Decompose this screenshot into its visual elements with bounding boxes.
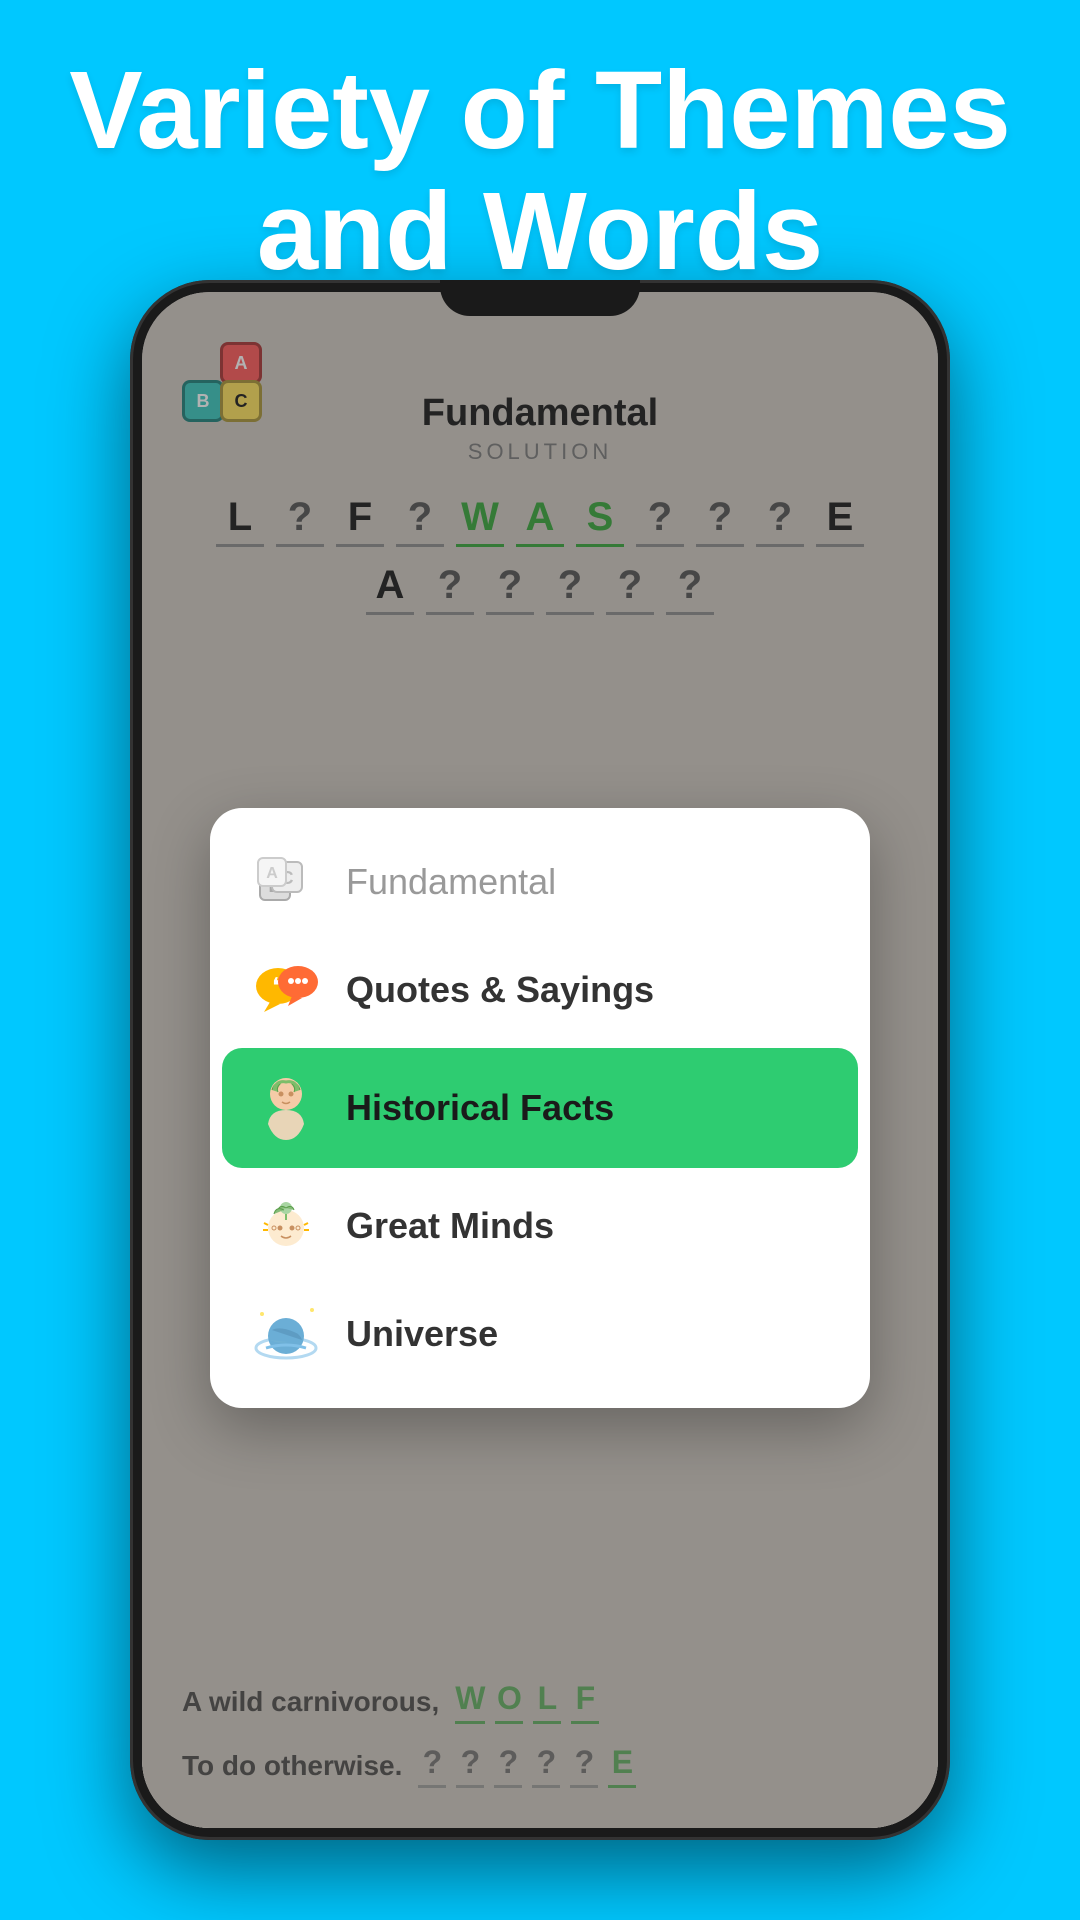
svg-text:A: A (266, 865, 278, 882)
menu-item-fundamental[interactable]: B C A Fundamental (230, 828, 850, 936)
menu-item-great-minds[interactable]: Great Minds (230, 1172, 850, 1280)
header-section: Variety of Themes and Words (0, 30, 1080, 312)
header-line2: and Words (257, 170, 823, 293)
phone-frame: A B C Fundamental SOLUTION L ? F ? W A S… (130, 280, 950, 1840)
fundamental-icon: B C A (250, 846, 322, 918)
universe-icon (250, 1298, 322, 1370)
fundamental-label: Fundamental (346, 861, 556, 903)
universe-label: Universe (346, 1313, 498, 1355)
theme-selector-modal: B C A Fundamental (210, 808, 870, 1408)
phone-screen: A B C Fundamental SOLUTION L ? F ? W A S… (142, 292, 938, 1828)
modal-overlay: B C A Fundamental (142, 292, 938, 1828)
header-line1: Variety of Themes (69, 49, 1011, 172)
great-minds-icon (250, 1190, 322, 1262)
historical-icon (250, 1072, 322, 1144)
quotes-icon: ❝ (250, 954, 322, 1026)
great-minds-label: Great Minds (346, 1205, 554, 1247)
historical-label: Historical Facts (346, 1087, 614, 1129)
quotes-label: Quotes & Sayings (346, 969, 654, 1011)
header-title: Variety of Themes and Words (60, 50, 1020, 292)
menu-item-historical[interactable]: Historical Facts (222, 1048, 858, 1168)
menu-item-quotes[interactable]: ❝ Quotes & Sayings (230, 936, 850, 1044)
menu-item-universe[interactable]: Universe (230, 1280, 850, 1388)
